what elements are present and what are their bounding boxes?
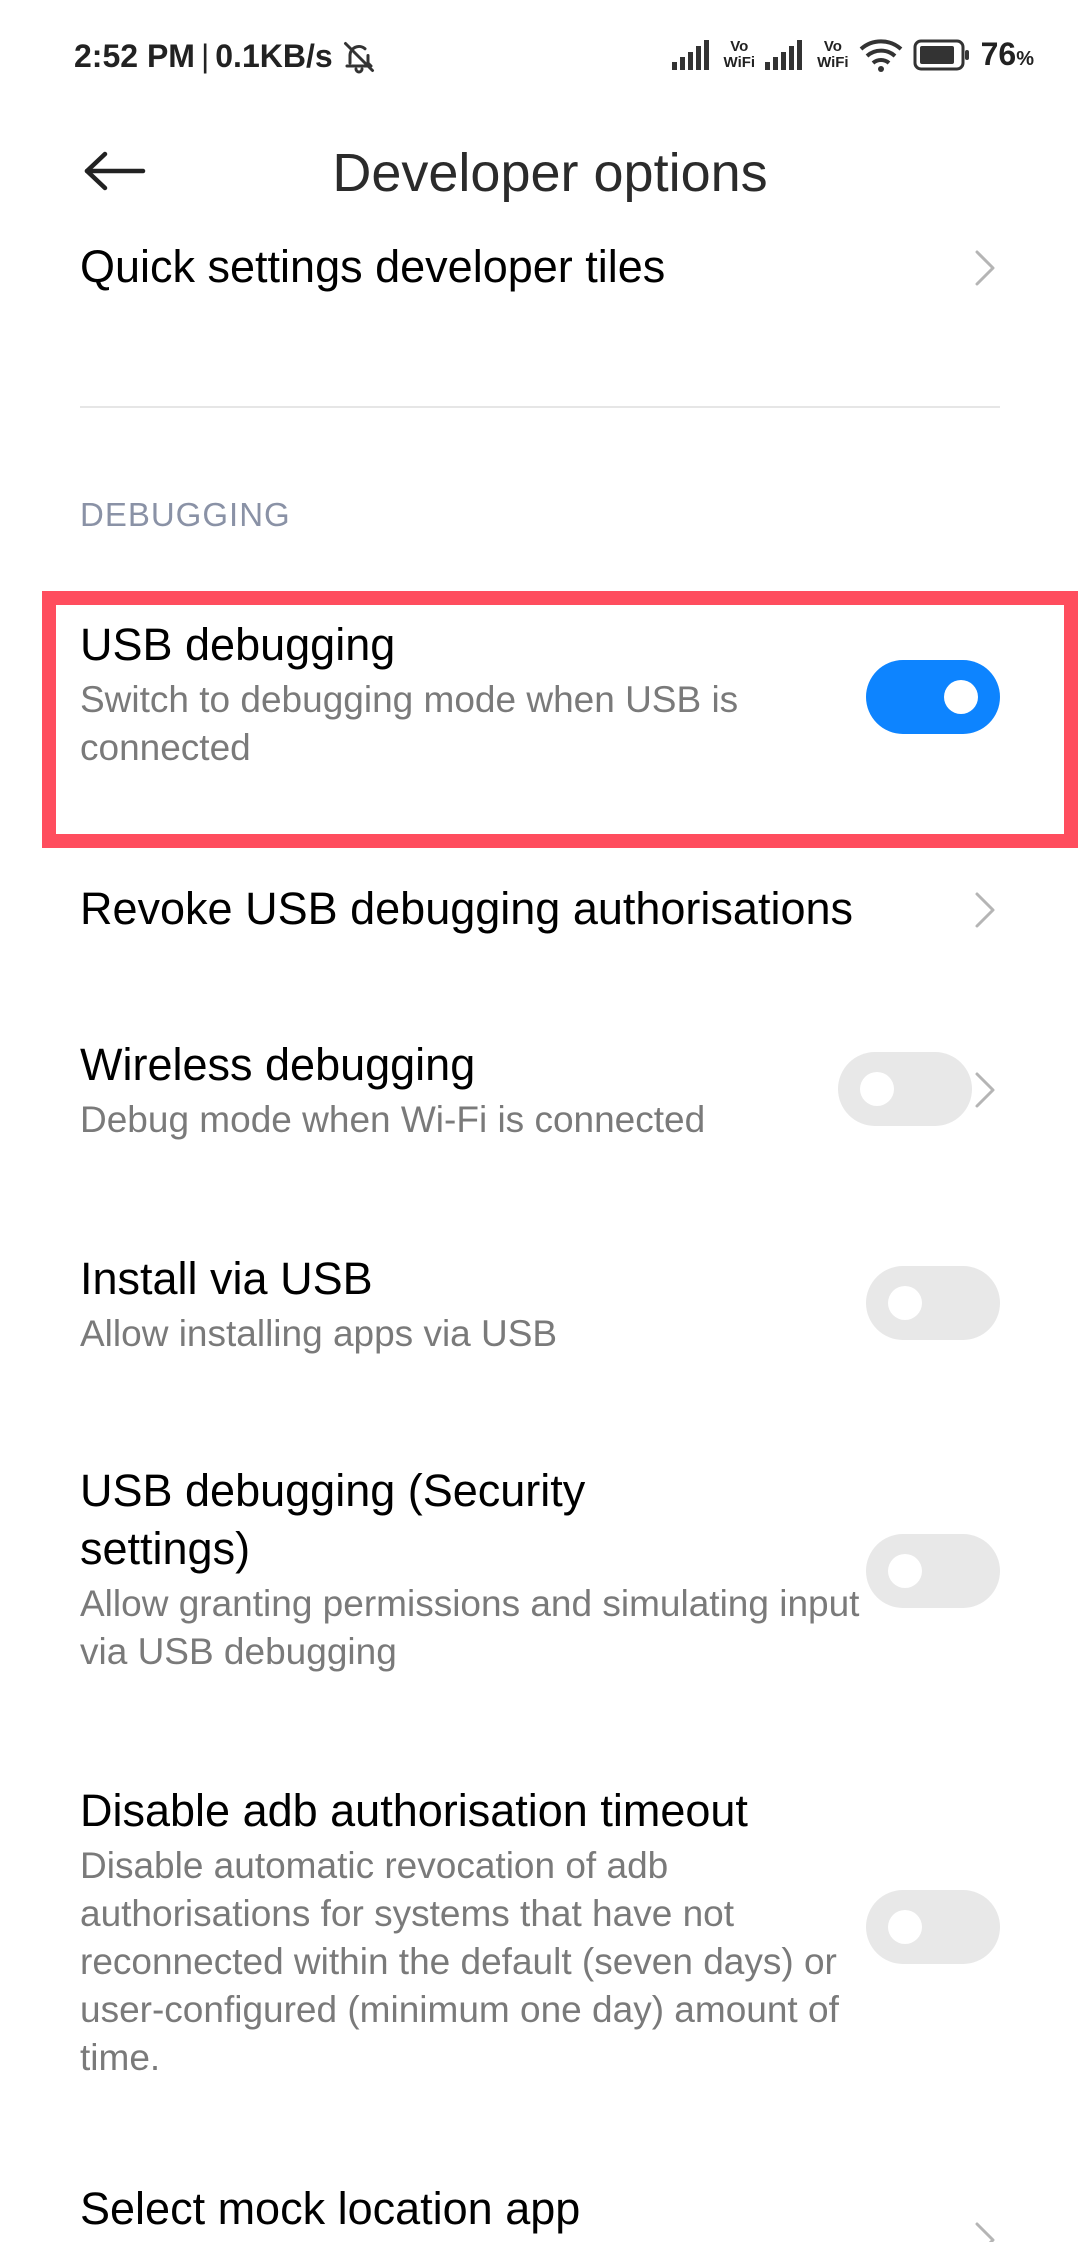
section-header-debugging: DEBUGGING <box>80 496 291 533</box>
setting-title: Quick settings developer tiles <box>80 241 666 292</box>
setting-revoke-usb-authorisations[interactable]: Revoke USB debugging authorisations <box>80 880 1000 942</box>
status-bar: 2:52 PM | 0.1KB/s Vo WiFi Vo WiFi 76% <box>0 0 1080 120</box>
setting-title: USB debugging <box>80 619 396 670</box>
network-speed: 0.1KB/s <box>215 38 333 74</box>
vowifi-badge-2: Vo WiFi <box>817 37 849 71</box>
bell-muted-icon <box>343 41 374 73</box>
setting-quick-settings-tiles[interactable]: Quick settings developer tiles <box>80 238 1000 298</box>
setting-wireless-debugging[interactable]: Wireless debugging Debug mode when Wi-Fi… <box>80 1036 1000 1156</box>
toggle-knob <box>944 680 978 714</box>
vo-label: Vo <box>823 37 842 55</box>
setting-subtitle: Disable automatic revocation of adb auth… <box>80 1845 839 2078</box>
status-right: Vo WiFi Vo WiFi 76% <box>671 36 1034 73</box>
toggle-knob <box>888 1286 922 1320</box>
setting-disable-adb-timeout[interactable]: Disable adb authorisation timeout Disabl… <box>80 1782 1000 2082</box>
toggle-knob <box>888 1910 922 1944</box>
wireless-debugging-toggle[interactable] <box>838 1052 972 1126</box>
install-via-usb-toggle[interactable] <box>866 1266 1000 1340</box>
setting-title: Disable adb authorisation timeout <box>80 1785 748 1836</box>
setting-select-mock-location-app[interactable]: Select mock location app <box>80 2180 1000 2242</box>
setting-title: USB debugging (Security settings) <box>80 1465 586 1574</box>
chevron-right-icon <box>970 888 1000 932</box>
disable-adb-timeout-toggle[interactable] <box>866 1890 1000 1964</box>
vo-label: Vo <box>730 37 749 55</box>
setting-title: Install via USB <box>80 1253 373 1304</box>
setting-title: Select mock location app <box>80 2183 581 2234</box>
toggle-knob <box>888 1554 922 1588</box>
setting-subtitle: Allow granting permissions and simulatin… <box>80 1583 860 1672</box>
app-header: Developer options <box>0 120 1080 220</box>
vowifi-badge-1: Vo WiFi <box>723 37 756 71</box>
status-time: 2:52 PM <box>74 38 195 74</box>
chevron-right-icon <box>970 2218 1000 2242</box>
battery-unit: % <box>1016 48 1034 70</box>
usb-debugging-toggle[interactable] <box>866 660 1000 734</box>
chevron-right-icon <box>970 1068 1000 1112</box>
signal-icon-2 <box>765 39 803 70</box>
battery-icon <box>913 39 969 70</box>
setting-subtitle: Allow installing apps via USB <box>80 1313 558 1354</box>
setting-usb-debugging-security[interactable]: USB debugging (Security settings) Allow … <box>80 1462 1000 1692</box>
setting-install-via-usb[interactable]: Install via USB Allow installing apps vi… <box>80 1250 1000 1370</box>
battery-value: 76 <box>980 36 1017 72</box>
setting-usb-debugging[interactable]: USB debugging Switch to debugging mode w… <box>80 616 1000 786</box>
developer-options-screen: 2:52 PM | 0.1KB/s Vo WiFi Vo WiFi 76% De… <box>0 0 1080 2242</box>
usb-debugging-security-toggle[interactable] <box>866 1534 1000 1608</box>
status-left: 2:52 PM | 0.1KB/s <box>74 38 377 75</box>
wifi-label: WiFi <box>723 53 756 71</box>
setting-title: Revoke USB debugging authorisations <box>80 883 853 934</box>
signal-icon <box>671 39 709 70</box>
battery-percentage: 76% <box>981 36 1034 73</box>
page-title: Developer options <box>332 143 768 203</box>
wifi-icon <box>859 38 902 72</box>
setting-subtitle: Switch to debugging mode when USB is con… <box>80 679 739 768</box>
divider <box>80 406 1000 408</box>
toggle-knob <box>860 1072 894 1106</box>
status-separator: | <box>200 38 210 74</box>
chevron-right-icon <box>970 246 1000 290</box>
wifi-label: WiFi <box>817 53 849 71</box>
